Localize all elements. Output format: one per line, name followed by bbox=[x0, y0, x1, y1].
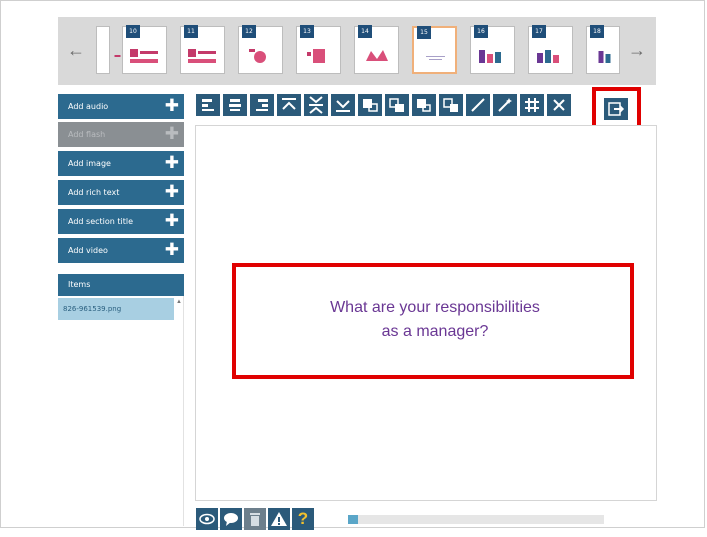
slide-thumbnail[interactable]: 14 bbox=[354, 25, 399, 74]
list-item[interactable]: 826-961539.png bbox=[58, 298, 174, 320]
slide-thumbnail[interactable]: 10 bbox=[122, 25, 167, 74]
arrow-right-icon[interactable]: → bbox=[628, 39, 646, 61]
warning-icon[interactable] bbox=[268, 508, 290, 530]
plus-icon: ✚ bbox=[164, 211, 179, 231]
plus-icon: ✚ bbox=[164, 182, 179, 202]
align-bottom-icon[interactable] bbox=[331, 94, 355, 116]
slide-number: 14 bbox=[358, 25, 372, 38]
scroll-up-icon[interactable]: ▲ bbox=[176, 299, 182, 305]
slide-thumbnail-strip: ← 10 11 12 13 14 15 16 17 18 → bbox=[58, 17, 656, 85]
slide-thumbnail[interactable]: 12 bbox=[238, 25, 283, 74]
items-list: 826-961539.png ▲ bbox=[58, 296, 184, 526]
add-section-title-button[interactable]: Add section title ✚ bbox=[58, 209, 184, 234]
add-audio-button[interactable]: Add audio ✚ bbox=[58, 94, 184, 119]
send-backward-icon[interactable] bbox=[412, 94, 436, 116]
slide-thumbnail[interactable]: 17 bbox=[528, 25, 573, 74]
slide-number: 12 bbox=[242, 25, 256, 38]
send-back-icon[interactable] bbox=[439, 94, 463, 116]
trash-icon[interactable] bbox=[244, 508, 266, 530]
comment-icon[interactable] bbox=[220, 508, 242, 530]
grid-icon[interactable] bbox=[520, 94, 544, 116]
arrow-left-icon[interactable]: ← bbox=[67, 39, 85, 61]
bring-front-icon[interactable] bbox=[358, 94, 382, 116]
align-center-icon[interactable] bbox=[223, 94, 247, 116]
add-flash-button: Add flash ✚ bbox=[58, 122, 184, 147]
preview-eye-icon[interactable] bbox=[196, 508, 218, 530]
slide-thumbnail[interactable]: 11 bbox=[180, 25, 225, 74]
add-image-button[interactable]: Add image ✚ bbox=[58, 151, 184, 176]
align-top-icon[interactable] bbox=[277, 94, 301, 116]
plus-icon: ✚ bbox=[164, 153, 179, 173]
align-left-icon[interactable] bbox=[196, 94, 220, 116]
slide-number: 18 bbox=[590, 25, 604, 38]
slide-thumbnail[interactable] bbox=[96, 26, 121, 74]
slide-number: 16 bbox=[474, 25, 488, 38]
plus-icon: ✚ bbox=[164, 240, 179, 260]
slide-number: 15 bbox=[417, 26, 431, 39]
button-label: Add video bbox=[68, 246, 108, 255]
text-highlight bbox=[232, 263, 634, 379]
add-video-button[interactable]: Add video ✚ bbox=[58, 238, 184, 263]
button-label: Add section title bbox=[68, 217, 134, 226]
magic-wand-icon[interactable] bbox=[493, 94, 517, 116]
progress-fill bbox=[348, 515, 358, 524]
slide-thumbnail[interactable]: 16 bbox=[470, 25, 515, 74]
button-label: Add rich text bbox=[68, 188, 120, 197]
bring-forward-icon[interactable] bbox=[385, 94, 409, 116]
align-right-icon[interactable] bbox=[250, 94, 274, 116]
slide-thumbnail[interactable]: 13 bbox=[296, 25, 341, 74]
items-heading: Items bbox=[58, 274, 184, 296]
slide-number: 10 bbox=[126, 25, 140, 38]
plus-icon: ✚ bbox=[164, 124, 179, 144]
align-middle-icon[interactable] bbox=[304, 94, 328, 116]
button-label: Add flash bbox=[68, 130, 106, 139]
button-label: Add image bbox=[68, 159, 111, 168]
slide-number: 13 bbox=[300, 25, 314, 38]
plus-icon: ✚ bbox=[164, 96, 179, 116]
slide-thumbnail-active[interactable]: 15 bbox=[412, 26, 457, 74]
button-label: Add audio bbox=[68, 102, 109, 111]
close-icon[interactable] bbox=[547, 94, 571, 116]
slide-number: 17 bbox=[532, 25, 546, 38]
slide-number: 11 bbox=[184, 25, 198, 38]
draw-line-icon[interactable] bbox=[466, 94, 490, 116]
upload-progress-bar bbox=[348, 515, 604, 524]
add-rich-text-button[interactable]: Add rich text ✚ bbox=[58, 180, 184, 205]
slide-thumbnail[interactable]: 18 bbox=[586, 25, 620, 74]
help-icon[interactable]: ? bbox=[292, 508, 314, 530]
